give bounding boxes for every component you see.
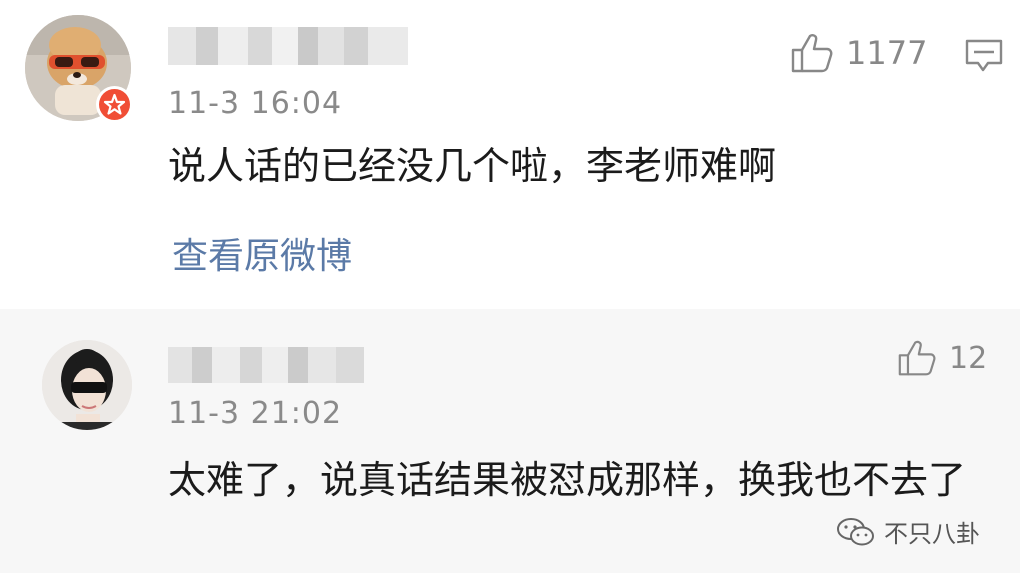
- thumbs-up-icon: [791, 34, 833, 73]
- avatar[interactable]: [42, 340, 132, 430]
- comment-time: 11-3 21:02: [168, 396, 343, 431]
- thumbs-up-icon: [898, 340, 936, 376]
- like-count: 12: [949, 340, 988, 376]
- view-original-weibo-link[interactable]: 查看原微博: [172, 227, 352, 279]
- like-button[interactable]: 1177: [790, 32, 927, 74]
- reply-button[interactable]: [964, 38, 1004, 78]
- comment-icon: [965, 39, 1003, 72]
- watermark: 不只八卦: [836, 514, 980, 549]
- like-button[interactable]: 12: [897, 339, 987, 377]
- comment-text: 太难了，说真话结果被怼成那样，换我也不去了: [168, 458, 967, 502]
- comment-card: 11-3 16:04 说人话的已经没几个啦，李老师难啊 查看原微博 1177: [0, 0, 1020, 309]
- username-blurred[interactable]: [168, 27, 408, 65]
- verified-star-badge: [96, 86, 133, 123]
- like-count: 1177: [846, 34, 928, 72]
- comment-text: 说人话的已经没几个啦，李老师难啊: [168, 144, 777, 188]
- wechat-icon: [837, 517, 874, 545]
- comment-card: 11-3 21:02 太难了，说真话结果被怼成那样，换我也不去了 12 不只八卦: [0, 309, 1020, 573]
- username-blurred[interactable]: [168, 347, 364, 383]
- comment-time: 11-3 16:04: [168, 86, 343, 121]
- watermark-text: 不只八卦: [884, 520, 980, 548]
- woman-sunglasses-avatar: [42, 340, 132, 430]
